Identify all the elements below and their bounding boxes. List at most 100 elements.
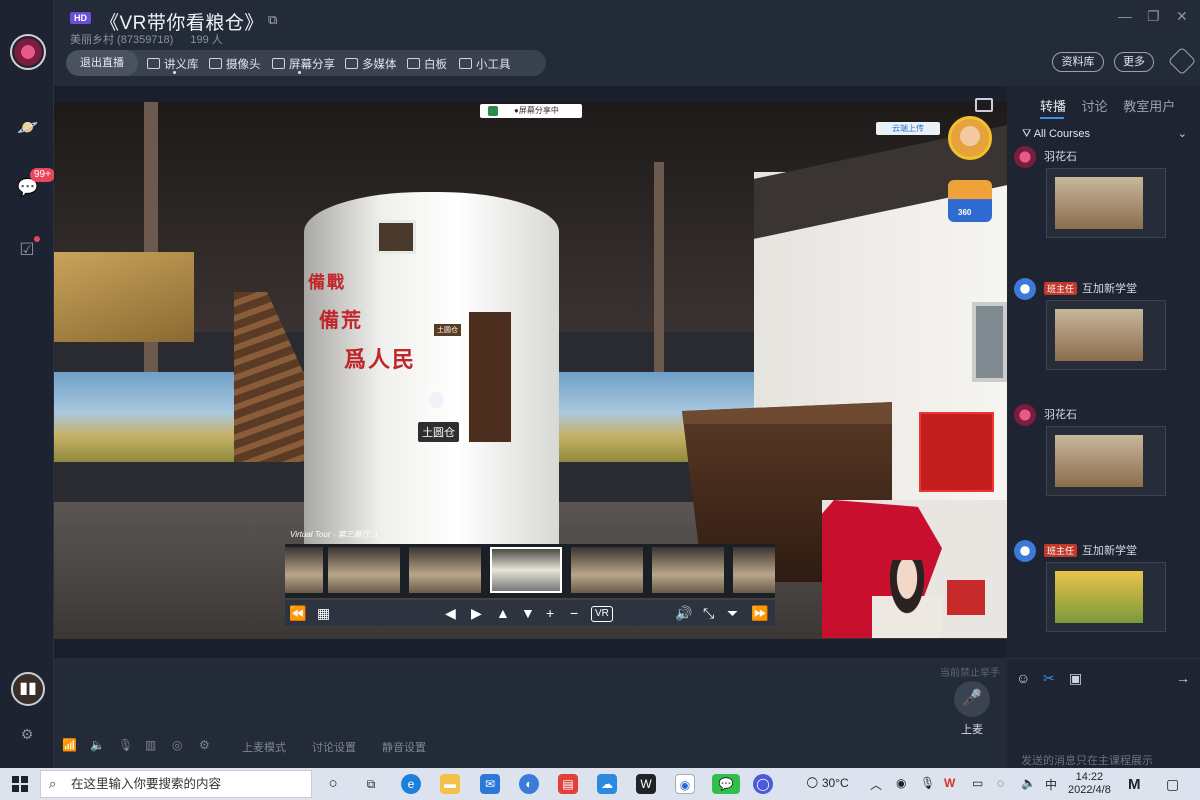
fast-forward-icon[interactable]: ⏩	[751, 604, 768, 622]
classroom-app-icon[interactable]: ◯	[753, 774, 773, 794]
camera-button[interactable]: 摄像头	[209, 56, 261, 72]
tray-record-icon[interactable]: ◉	[896, 776, 906, 790]
discussion-setting[interactable]: 讨论设置	[312, 739, 356, 755]
file-explorer-icon[interactable]: ▬	[440, 774, 460, 794]
relay-screenshot[interactable]	[1046, 300, 1166, 370]
scene-thumbnail[interactable]	[733, 547, 775, 593]
restore-icon[interactable]: ❐	[1147, 8, 1160, 25]
zoom-out-icon[interactable]: −	[570, 604, 578, 622]
course-filter-dropdown[interactable]: ⛛ All Courses ⌄	[1010, 124, 1197, 144]
vr-goggles-icon[interactable]: VR	[591, 606, 613, 622]
mic-small-icon[interactable]: 🎙	[118, 738, 133, 752]
task-view-icon[interactable]: ⧉	[361, 774, 381, 794]
wifi-icon[interactable]: 📶	[62, 738, 77, 752]
viewer-count: 199 人	[190, 34, 223, 46]
shrink-icon[interactable]: ⤡	[703, 604, 714, 622]
red-sign	[947, 580, 985, 615]
teacher-webcam[interactable]	[822, 500, 1007, 638]
settings-hex-icon[interactable]	[1167, 46, 1197, 76]
scene-thumbnail-selected[interactable]	[490, 547, 562, 593]
scene-thumbnail[interactable]	[571, 547, 643, 593]
notification-center-icon[interactable]: ▢	[1166, 776, 1179, 793]
scene-thumbnail[interactable]	[328, 547, 400, 593]
join-mic-label[interactable]: 上麦	[961, 721, 983, 737]
volume-icon[interactable]: 🔊	[675, 604, 692, 622]
exit-live-button[interactable]: 退出直播	[66, 50, 138, 76]
down-arrow-icon[interactable]: ▼	[521, 604, 535, 622]
handout-library-button[interactable]: 讲义库	[147, 56, 199, 74]
image-icon[interactable]: ▣	[1069, 670, 1082, 687]
hotspot-label[interactable]: 土圆仓	[418, 422, 459, 442]
multimedia-button[interactable]: 多媒体	[345, 56, 397, 72]
cloud-app-icon[interactable]: ☁	[597, 774, 617, 794]
right-arrow-icon[interactable]: ▶	[471, 604, 482, 622]
whiteboard-button[interactable]: 白板	[407, 56, 447, 72]
beauty-icon[interactable]: ◎	[172, 738, 182, 752]
emoji-icon[interactable]: ☺	[1016, 670, 1030, 686]
wechat-icon[interactable]: 💬	[712, 774, 740, 794]
relay-screenshot[interactable]	[1046, 426, 1166, 496]
close-icon[interactable]: ✕	[1176, 8, 1188, 25]
calendar-icon[interactable]: ☑	[17, 240, 37, 260]
rewind-icon[interactable]: ⏪	[289, 604, 306, 622]
scene-thumbnail[interactable]	[285, 547, 323, 593]
scene-thumbnail[interactable]	[652, 547, 724, 593]
screen-share-button[interactable]: 屏幕分享	[272, 56, 335, 74]
minimize-icon[interactable]: —	[1118, 8, 1132, 24]
hotspot-marker[interactable]	[428, 392, 444, 408]
wps-icon[interactable]: W	[636, 774, 656, 794]
mail-icon[interactable]: ✉	[480, 774, 500, 794]
notification-dot	[34, 236, 40, 242]
stats-icon[interactable]: ▮▮	[11, 672, 45, 706]
cortana-icon[interactable]: ○	[323, 774, 343, 794]
device-settings-icon[interactable]: ⚙	[199, 738, 210, 752]
battery-icon[interactable]: ▭	[972, 776, 983, 790]
tab-classroom-users[interactable]: 教室用户	[1123, 99, 1175, 114]
app-tray-icon[interactable]: M	[1128, 776, 1141, 793]
edge-icon[interactable]: e	[401, 774, 421, 794]
chat-input[interactable]: 发送的消息只在主课程展示	[1021, 752, 1153, 768]
zoom-in-icon[interactable]: +	[546, 604, 554, 622]
volume-tray-icon[interactable]: 🔈	[1021, 776, 1036, 790]
up-arrow-icon[interactable]: ▲	[496, 604, 510, 622]
tab-discussion[interactable]: 讨论	[1082, 99, 1108, 114]
recording-icon[interactable]: ▥	[145, 738, 156, 752]
view-360-button[interactable]: 360	[948, 180, 992, 222]
tray-chevron-icon[interactable]: ︿	[870, 776, 882, 793]
more-button[interactable]: 更多	[1114, 52, 1154, 72]
huawei-app-icon[interactable]: ▤	[558, 774, 578, 794]
collapse-icon[interactable]: ⏷	[727, 604, 738, 622]
scissors-icon[interactable]: ✂	[1043, 670, 1055, 687]
ime-indicator[interactable]: 中	[1045, 776, 1057, 793]
weather-widget[interactable]: 🌕 30°C	[806, 776, 849, 790]
scene-thumbnail[interactable]	[409, 547, 481, 593]
network-icon[interactable]: ◌	[997, 776, 1004, 790]
library-button[interactable]: 资料库	[1052, 52, 1104, 72]
tray-mic-icon[interactable]: 🎙	[920, 776, 935, 790]
grid-icon[interactable]: ▦	[317, 604, 330, 622]
mic-mode-setting[interactable]: 上麦模式	[242, 739, 286, 755]
fullscreen-icon[interactable]	[975, 98, 993, 112]
planet-icon[interactable]: 🪐	[17, 118, 38, 138]
tray-wps-icon[interactable]: W	[944, 776, 955, 790]
windows-start-icon[interactable]	[12, 776, 28, 792]
tools-button[interactable]: 小工具	[459, 56, 511, 72]
taskbar-search-input[interactable]: ⌕ 在这里输入你要搜索的内容	[40, 770, 312, 798]
cloud-upload-button[interactable]: 云端上传	[876, 122, 940, 135]
browser-icon[interactable]: ◐	[519, 774, 539, 794]
send-arrow-icon[interactable]: →	[1176, 670, 1190, 686]
handout-icon	[147, 58, 160, 69]
mute-setting[interactable]: 静音设置	[382, 739, 426, 755]
tab-relay[interactable]: 转播	[1040, 99, 1066, 114]
app-logo[interactable]	[10, 34, 46, 70]
settings-gear-icon[interactable]: ⚙	[17, 724, 37, 744]
left-arrow-icon[interactable]: ◀	[445, 604, 456, 622]
taskbar-clock[interactable]: 14:22 2022/4/8	[1068, 771, 1111, 797]
relay-screenshot[interactable]	[1046, 562, 1166, 632]
app-icon[interactable]: ◉	[675, 774, 695, 794]
relay-screenshot[interactable]	[1046, 168, 1166, 238]
guide-avatar[interactable]	[948, 116, 992, 160]
speaker-icon[interactable]: 🔈	[90, 738, 105, 752]
external-link-icon[interactable]: ⧉	[268, 12, 277, 28]
microphone-icon[interactable]: 🎤	[954, 681, 990, 717]
